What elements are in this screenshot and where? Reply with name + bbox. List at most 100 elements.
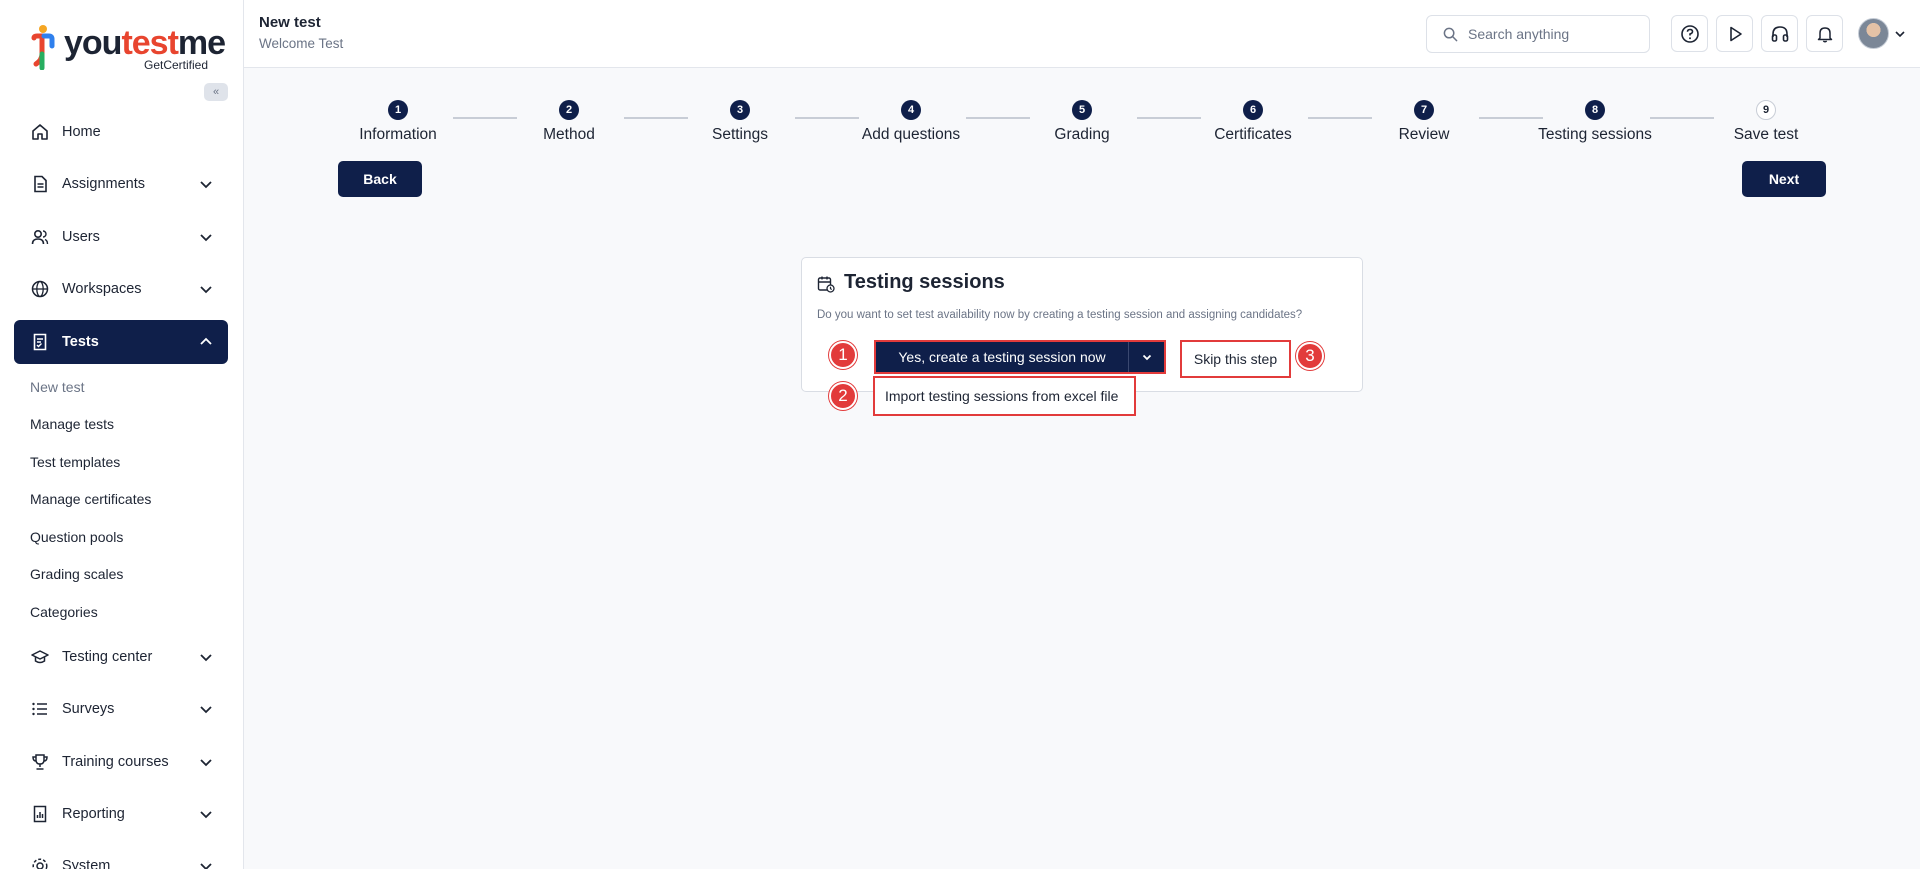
sidebar-item-label: Home (62, 124, 101, 140)
step-testing-sessions[interactable]: 8 Testing sessions (1510, 100, 1680, 144)
headphones-icon (1771, 25, 1788, 42)
top-header: New test Welcome Test (244, 0, 1920, 68)
chevron-down-icon (200, 234, 212, 242)
brand-wordmark: youtestme (64, 24, 226, 62)
chevron-down-icon (200, 706, 212, 714)
sidebar-sub-manage-certificates[interactable]: Manage certificates (30, 491, 151, 507)
step-number: 1 (388, 100, 408, 120)
import-excel-menu-item[interactable]: Import testing sessions from excel file (873, 376, 1136, 416)
annotation-marker-1: 1 (829, 341, 857, 369)
next-button[interactable]: Next (1742, 161, 1826, 197)
back-button[interactable]: Back (338, 161, 422, 197)
sidebar-item-assignments[interactable]: Assignments (14, 162, 228, 206)
split-dropdown-toggle[interactable] (1128, 342, 1164, 372)
notifications-button[interactable] (1806, 15, 1843, 52)
page-subtitle: Welcome Test (259, 36, 344, 51)
step-label: Testing sessions (1538, 126, 1652, 143)
collapse-sidebar-button[interactable]: « (204, 83, 228, 101)
sidebar-sub-manage-tests[interactable]: Manage tests (30, 416, 114, 432)
sidebar-item-label: Surveys (62, 701, 115, 717)
step-label: Method (543, 126, 595, 143)
step-review[interactable]: 7 Review (1339, 100, 1509, 144)
chevron-down-icon (200, 811, 212, 819)
sidebar-sub-new-test[interactable]: New test (30, 379, 84, 395)
home-icon (30, 122, 50, 142)
sidebar-sub-grading-scales[interactable]: Grading scales (30, 566, 123, 582)
sidebar-item-label: Training courses (62, 754, 169, 770)
calendar-clock-icon (817, 276, 835, 293)
step-number: 4 (901, 100, 921, 120)
help-button[interactable] (1671, 15, 1708, 52)
chevron-down-icon (1142, 354, 1151, 361)
sidebar-item-reporting[interactable]: Reporting (14, 792, 228, 836)
graduation-cap-icon (30, 647, 50, 667)
step-label: Grading (1054, 126, 1110, 143)
play-tour-button[interactable] (1716, 15, 1753, 52)
sidebar-item-workspaces[interactable]: Workspaces (14, 267, 228, 311)
step-number: 7 (1414, 100, 1434, 120)
sidebar: youtestme GetCertified « Home Assignment… (0, 0, 244, 869)
sidebar-item-label: Testing center (62, 649, 153, 665)
sidebar-item-home[interactable]: Home (14, 110, 228, 154)
step-method[interactable]: 2 Method (484, 100, 654, 144)
step-settings[interactable]: 3 Settings (655, 100, 825, 144)
step-certificates[interactable]: 6 Certificates (1168, 100, 1338, 144)
step-number: 9 (1756, 100, 1776, 120)
sidebar-item-surveys[interactable]: Surveys (14, 687, 228, 731)
play-icon (1729, 26, 1742, 41)
search-icon (1443, 27, 1458, 41)
step-save-test[interactable]: 9 Save test (1681, 100, 1851, 144)
sidebar-item-label: Tests (62, 334, 99, 350)
step-label: Save test (1733, 126, 1799, 143)
test-icon (30, 332, 50, 352)
search-box[interactable] (1426, 15, 1650, 53)
sidebar-sub-question-pools[interactable]: Question pools (30, 529, 123, 545)
search-input[interactable] (1468, 26, 1638, 42)
sidebar-item-label: Reporting (62, 806, 125, 822)
step-number: 3 (730, 100, 750, 120)
brand-logo[interactable]: youtestme GetCertified (30, 20, 226, 72)
card-description: Do you want to set test availability now… (817, 309, 1303, 321)
sidebar-item-label: Users (62, 229, 100, 245)
step-number: 6 (1243, 100, 1263, 120)
trophy-icon (30, 752, 50, 772)
chevron-down-icon (200, 286, 212, 294)
gear-icon (30, 856, 50, 869)
sidebar-sub-categories[interactable]: Categories (30, 604, 98, 620)
sidebar-item-tests[interactable]: Tests (14, 320, 228, 364)
sidebar-sub-test-templates[interactable]: Test templates (30, 454, 120, 470)
support-button[interactable] (1761, 15, 1798, 52)
bell-icon (1817, 26, 1832, 42)
sidebar-item-label: System (62, 858, 111, 869)
chevron-down-icon (200, 181, 212, 189)
skip-step-button[interactable]: Skip this step (1180, 340, 1291, 378)
chevron-down-icon[interactable] (1894, 28, 1906, 40)
list-icon (30, 699, 50, 719)
annotation-marker-2: 2 (829, 382, 857, 410)
document-icon (30, 174, 50, 194)
step-number: 5 (1072, 100, 1092, 120)
create-session-split-button: Yes, create a testing session now (874, 340, 1166, 374)
create-session-button[interactable]: Yes, create a testing session now (876, 342, 1128, 372)
sidebar-item-system[interactable]: System (14, 844, 228, 869)
sidebar-item-label: Assignments (62, 176, 146, 192)
step-number: 8 (1585, 100, 1605, 120)
step-add-questions[interactable]: 4 Add questions (826, 100, 996, 144)
chevron-down-icon (200, 863, 212, 869)
step-label: Settings (711, 126, 768, 143)
step-label: Add questions (861, 126, 961, 143)
sidebar-item-label: Workspaces (62, 281, 142, 297)
step-label: Information (359, 126, 437, 143)
user-avatar[interactable] (1858, 18, 1889, 49)
sidebar-item-testing-center[interactable]: Testing center (14, 635, 228, 679)
sidebar-item-users[interactable]: Users (14, 215, 228, 259)
globe-icon (30, 279, 50, 299)
step-label: Certificates (1214, 126, 1292, 143)
chevron-up-icon (200, 337, 212, 345)
step-information[interactable]: 1 Information (313, 100, 483, 144)
sidebar-item-training-courses[interactable]: Training courses (14, 740, 228, 784)
step-number: 2 (559, 100, 579, 120)
logo-mark-icon (31, 25, 55, 70)
step-grading[interactable]: 5 Grading (997, 100, 1167, 144)
chevron-down-icon (200, 759, 212, 767)
